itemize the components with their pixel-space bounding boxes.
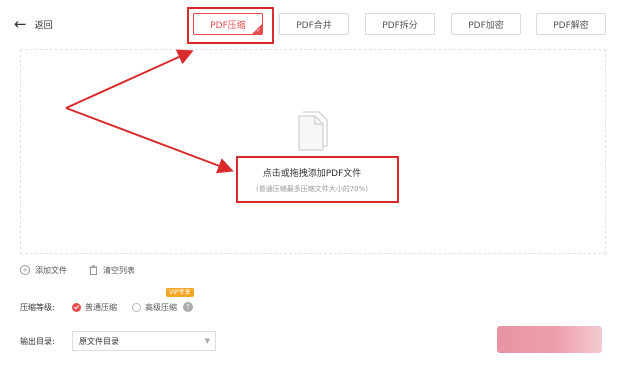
output-dir-select[interactable]: 原文件目录 ▼ <box>72 331 216 351</box>
help-icon[interactable]: ? <box>183 302 193 312</box>
annotation-arrows <box>65 49 234 174</box>
clear-list-label: 清空列表 <box>103 265 135 275</box>
radio-empty-icon <box>132 302 141 312</box>
radio-label: 高级压缩 <box>145 302 177 312</box>
vip-badge: VIP专享 <box>166 288 194 297</box>
output-dir-value: 原文件目录 <box>79 336 119 346</box>
add-file-label: 添加文件 <box>35 265 67 275</box>
radio-advanced-compress[interactable]: 高级压缩 <box>132 301 177 313</box>
trash-icon <box>89 265 98 275</box>
compress-level-label: 压缩等级: <box>20 303 55 312</box>
chevron-down-icon: ▼ <box>204 337 210 345</box>
output-dir-label: 输出目录: <box>20 337 55 346</box>
blurred-watermark <box>497 326 602 353</box>
radio-check-icon <box>72 302 81 312</box>
clear-list-button[interactable]: 清空列表 <box>89 263 135 277</box>
add-file-button[interactable]: + 添加文件 <box>20 263 67 277</box>
radio-label: 普通压缩 <box>85 302 117 312</box>
plus-circle-icon: + <box>20 265 30 275</box>
radio-normal-compress[interactable]: 普通压缩 <box>72 301 117 313</box>
